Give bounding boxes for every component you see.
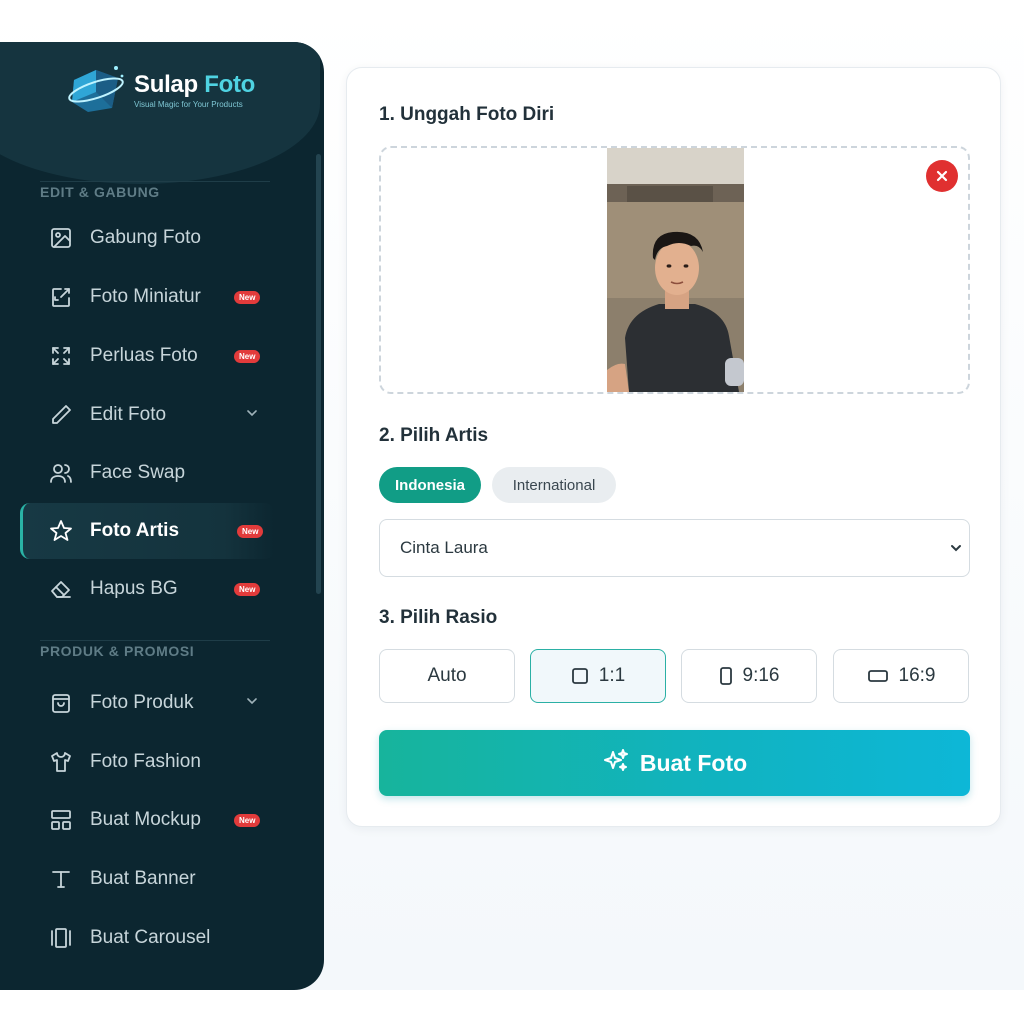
ratio-auto-button[interactable]: Auto xyxy=(379,649,515,703)
chevron-down-icon xyxy=(949,540,963,560)
sidebar-item-label: Perluas Foto xyxy=(90,345,198,366)
section-label-edit: EDIT & GABUNG xyxy=(40,184,160,200)
shirt-icon xyxy=(48,749,74,775)
main-card: 1. Unggah Foto Diri 2. Pilih Artis Indon… xyxy=(346,67,1001,827)
uploaded-photo xyxy=(607,148,744,392)
sidebar: Sulap Foto Visual Magic for Your Product… xyxy=(0,42,324,990)
landscape-icon xyxy=(867,669,889,683)
sidebar-item-label: Foto Miniatur xyxy=(90,286,201,307)
sidebar-item-hapus-bg[interactable]: Hapus BG New xyxy=(20,561,275,617)
chevron-down-icon xyxy=(244,693,260,714)
new-badge: New xyxy=(234,814,261,827)
ratio-label: Auto xyxy=(427,665,467,686)
generate-photo-label: Buat Foto xyxy=(639,749,748,776)
expand-icon xyxy=(48,343,74,369)
ratio-label: 16:9 xyxy=(898,665,936,686)
square-icon xyxy=(571,667,589,685)
carousel-icon xyxy=(48,925,74,951)
image-icon xyxy=(48,225,74,251)
remove-photo-button[interactable] xyxy=(926,160,958,192)
sparkles-icon xyxy=(602,747,630,780)
app-tagline: Visual Magic for Your Products xyxy=(134,100,243,109)
artist-select-value: Cinta Laura xyxy=(400,538,488,557)
artist-select[interactable]: Cinta Laura xyxy=(379,519,970,577)
page: Sulap Foto Visual Magic for Your Product… xyxy=(0,0,1024,1024)
new-badge: New xyxy=(234,291,261,304)
new-badge: New xyxy=(234,583,261,596)
chevron-down-icon xyxy=(244,405,260,426)
ratio-label: 9:16 xyxy=(742,665,780,686)
sidebar-item-buat-mockup[interactable]: Buat Mockup New xyxy=(20,792,275,848)
eraser-icon xyxy=(48,576,74,602)
sidebar-item-foto-fashion[interactable]: Foto Fashion xyxy=(20,734,275,790)
generate-photo-button[interactable]: Buat Foto xyxy=(379,730,970,796)
sidebar-item-label: Gabung Foto xyxy=(90,227,201,248)
sidebar-item-foto-artis[interactable]: Foto Artis New xyxy=(20,503,275,559)
layout-icon xyxy=(48,807,74,833)
section-divider xyxy=(40,181,270,182)
sidebar-scrollbar[interactable] xyxy=(316,154,321,594)
star-icon xyxy=(48,518,74,544)
section-label-produk: PRODUK & PROMOSI xyxy=(40,643,195,659)
ratio-9-16-button[interactable]: 9:16 xyxy=(681,649,817,703)
step-title-artist: 2. Pilih Artis xyxy=(379,425,489,446)
tab-international[interactable]: International xyxy=(492,467,616,503)
sidebar-item-label: Buat Mockup xyxy=(90,809,201,830)
ratio-1-1-button[interactable]: 1:1 xyxy=(530,649,666,703)
sidebar-item-label: Foto Fashion xyxy=(90,751,201,772)
ratio-16-9-button[interactable]: 16:9 xyxy=(833,649,969,703)
sidebar-item-buat-carousel[interactable]: Buat Carousel xyxy=(20,910,275,966)
step-title-upload: 1. Unggah Foto Diri xyxy=(379,104,555,125)
sidebar-item-label: Buat Banner xyxy=(90,868,196,889)
new-badge: New xyxy=(234,350,261,363)
sidebar-item-label: Foto Produk xyxy=(90,692,194,713)
sidebar-item-gabung-foto[interactable]: Gabung Foto xyxy=(20,210,275,266)
sidebar-item-label: Hapus BG xyxy=(90,578,178,599)
type-icon xyxy=(48,866,74,892)
shopping-bag-icon xyxy=(48,690,74,716)
sidebar-item-label: Foto Artis xyxy=(90,520,180,541)
sidebar-item-buat-banner[interactable]: Buat Banner xyxy=(20,851,275,907)
sidebar-item-face-swap[interactable]: Face Swap xyxy=(20,445,275,501)
new-badge: New xyxy=(237,525,264,538)
close-icon xyxy=(936,170,948,182)
step-title-ratio: 3. Pilih Rasio xyxy=(379,607,498,628)
users-icon xyxy=(48,460,74,486)
sidebar-item-foto-miniatur[interactable]: Foto Miniatur New xyxy=(20,269,275,325)
sidebar-item-label: Face Swap xyxy=(90,462,186,483)
sidebar-item-edit-foto[interactable]: Edit Foto xyxy=(20,387,275,443)
tab-indonesia[interactable]: Indonesia xyxy=(379,467,481,503)
upload-dropzone[interactable] xyxy=(379,146,970,394)
sidebar-item-label: Edit Foto xyxy=(90,404,167,425)
app-title: Sulap Foto xyxy=(134,71,256,98)
portrait-icon xyxy=(719,666,733,686)
resize-icon xyxy=(48,284,74,310)
pencil-icon xyxy=(48,402,74,428)
logo-cube-icon xyxy=(66,62,128,118)
sidebar-item-label: Buat Carousel xyxy=(90,927,211,948)
sidebar-item-foto-produk[interactable]: Foto Produk xyxy=(20,675,275,731)
sidebar-item-perluas-foto[interactable]: Perluas Foto New xyxy=(20,328,275,384)
section-divider xyxy=(40,640,270,641)
ratio-label: 1:1 xyxy=(598,665,626,686)
app-logo[interactable]: Sulap Foto Visual Magic for Your Product… xyxy=(66,62,255,118)
